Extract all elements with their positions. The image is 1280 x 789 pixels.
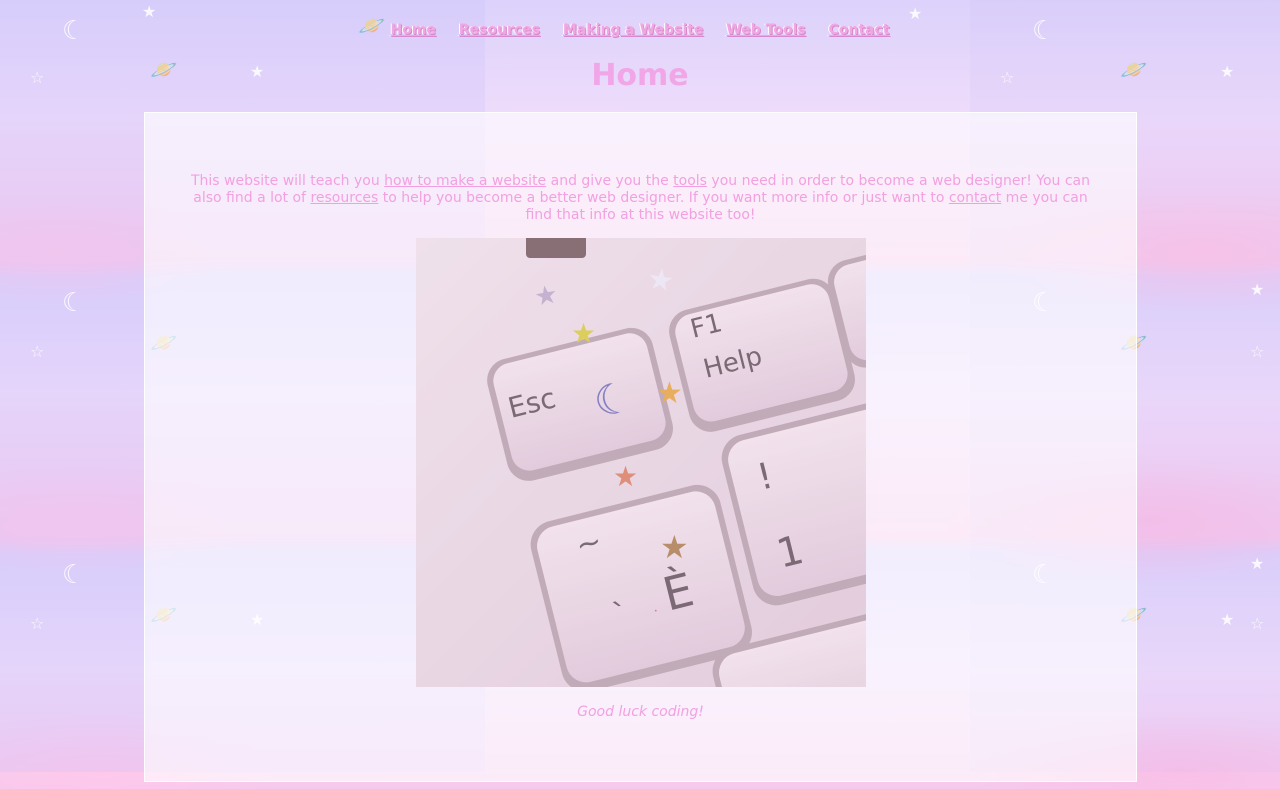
star-icon: ★ xyxy=(1220,610,1235,629)
star-icon: ★ xyxy=(1250,554,1265,573)
how-to-make-a-website-link[interactable]: how to make a website xyxy=(384,173,546,189)
nav-link-contact[interactable]: Contact xyxy=(829,22,890,38)
content-card: This website will teach you how to make … xyxy=(144,112,1137,782)
star-icon: ★ xyxy=(908,4,923,23)
moon-icon: ☾ xyxy=(62,288,86,318)
nav-link-home[interactable]: Home xyxy=(390,22,435,38)
star-icon: ☆ xyxy=(30,342,45,361)
star-icon: ★ xyxy=(142,2,157,21)
keyboard-photo: Esc F1 Help ! 1 ~ ` È ☾ ★ ★ ★ ★ ★ ★ • xyxy=(416,238,866,687)
intro-paragraph: This website will teach you how to make … xyxy=(189,173,1092,224)
resources-link[interactable]: resources xyxy=(310,190,378,206)
nav-link-web-tools[interactable]: Web Tools xyxy=(726,22,805,38)
intro-text: and give you the xyxy=(546,173,674,189)
star-icon: ★ xyxy=(1250,280,1265,299)
moon-icon: ☾ xyxy=(62,560,86,590)
nav-link-making-a-website[interactable]: Making a Website xyxy=(563,22,703,38)
nav-link-resources[interactable]: Resources xyxy=(459,22,540,38)
contact-link[interactable]: contact xyxy=(949,190,1001,206)
tools-link[interactable]: tools xyxy=(673,173,707,189)
intro-text: to help you become a better web designer… xyxy=(378,190,949,206)
page-title: Home xyxy=(591,58,689,93)
caption-text: Good luck coding! xyxy=(577,704,704,720)
intro-text: This website will teach you xyxy=(190,173,385,189)
star-icon: ☆ xyxy=(1250,614,1265,633)
main-nav: Home Resources Making a Website Web Tool… xyxy=(0,22,1280,38)
star-icon: ☆ xyxy=(1250,342,1265,361)
star-icon: ☆ xyxy=(30,614,45,633)
